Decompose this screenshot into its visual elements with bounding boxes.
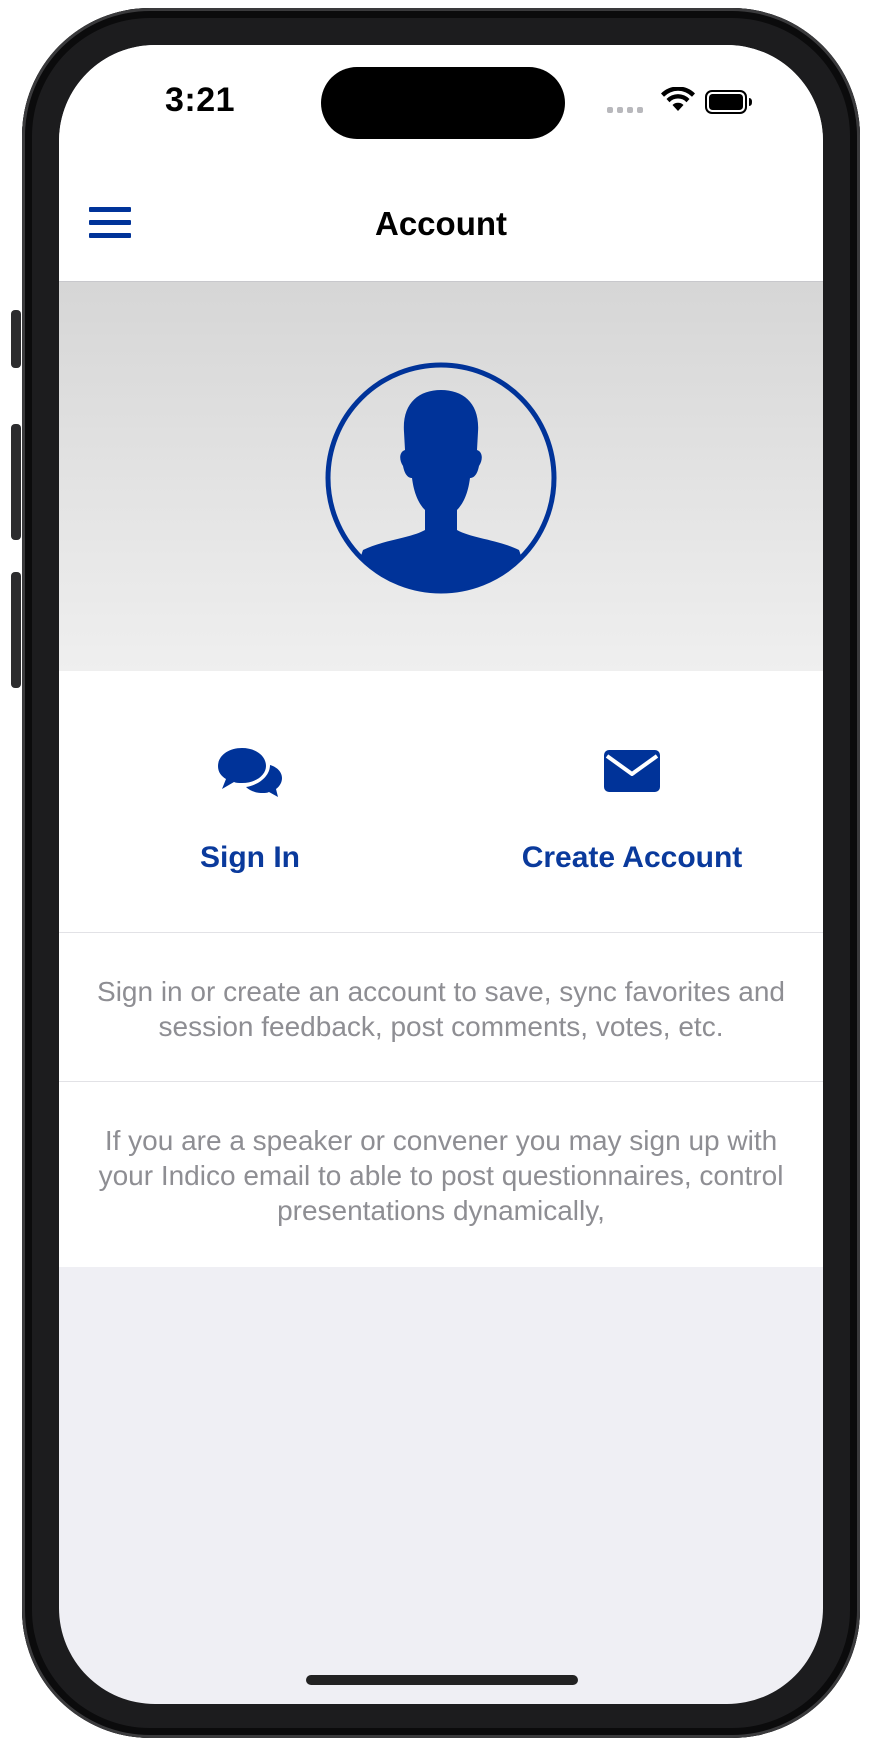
wifi-icon bbox=[661, 87, 695, 111]
cellular-dots-icon bbox=[607, 107, 643, 113]
chat-bubbles-icon bbox=[218, 748, 282, 797]
battery-full-icon bbox=[705, 90, 752, 114]
dynamic-island bbox=[321, 67, 565, 139]
volume-up-button bbox=[11, 424, 21, 540]
status-time: 3:21 bbox=[165, 81, 236, 119]
home-indicator[interactable] bbox=[306, 1675, 578, 1685]
user-silhouette-icon bbox=[325, 362, 557, 594]
volume-down-button bbox=[11, 572, 21, 688]
create-account-button[interactable]: Create Account bbox=[441, 741, 823, 875]
sign-in-info: Sign in or create an account to save, sy… bbox=[59, 933, 823, 1082]
sign-in-button[interactable]: Sign In bbox=[59, 741, 441, 875]
profile-header bbox=[59, 282, 823, 671]
create-account-label: Create Account bbox=[521, 841, 743, 874]
account-actions: Sign In Create Account bbox=[59, 671, 823, 933]
envelope-icon bbox=[604, 750, 660, 792]
mute-switch bbox=[11, 310, 21, 368]
device-stage: 3:21 Account Sign In Create Account Sign… bbox=[0, 0, 882, 1746]
status-bar: 3:21 bbox=[59, 45, 823, 175]
app-screen: 3:21 Account Sign In Create Account Sign… bbox=[59, 45, 823, 1704]
sign-in-info-text: Sign in or create an account to save, sy… bbox=[97, 976, 785, 1042]
speaker-info-text: If you are a speaker or convener you may… bbox=[98, 1125, 784, 1226]
speaker-info: If you are a speaker or convener you may… bbox=[59, 1082, 823, 1267]
page-title: Account bbox=[375, 205, 507, 242]
navigation-bar: Account bbox=[59, 175, 823, 282]
sign-in-label: Sign In bbox=[200, 841, 300, 874]
